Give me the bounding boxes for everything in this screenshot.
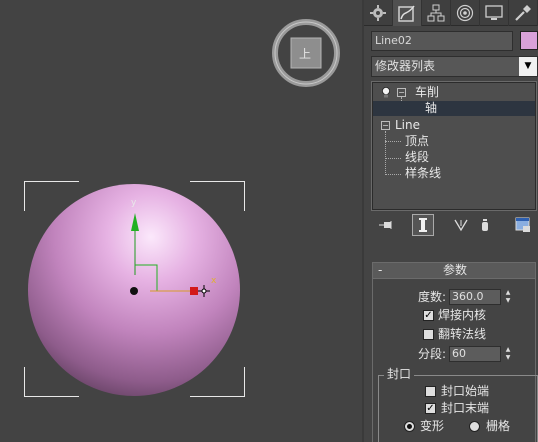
tree-line [385,131,386,175]
modifier-list-label: 修改器列表 [375,59,436,73]
object-color-swatch[interactable] [520,31,538,50]
stack-item-axis[interactable]: 轴 [373,101,535,116]
stack-item-segment-label: 线段 [405,150,430,164]
grid-radio[interactable] [469,421,480,432]
command-panel-tabs [364,0,538,26]
cap-start-label: 封口始端 [441,384,490,398]
collapse-lathe-icon[interactable]: − [397,88,406,97]
spinner-up-icon: ▲ [505,289,511,296]
stack-item-line[interactable]: Line [395,118,420,133]
y-axis-label: y [131,198,137,208]
motion-tab[interactable] [451,0,480,26]
stack-item-vertex[interactable]: 顶点 [405,134,429,149]
configure-modifier-sets-button[interactable] [512,214,534,236]
modify-icon [398,5,415,22]
spinner-down-icon: ▼ [505,354,511,361]
stack-item-lathe-label: 车削 [415,85,440,99]
perspective-viewport[interactable]: 上 y x [0,0,362,442]
remove-modifier-button[interactable] [474,214,496,236]
segments-label: 分段: [418,347,447,361]
display-tab[interactable] [480,0,509,26]
create-tab[interactable] [364,0,393,26]
stack-item-lathe[interactable]: 车削 [415,85,439,100]
morph-radio[interactable] [404,421,415,432]
parameters-rollout-title: 参数 [442,263,467,277]
spinner-down-icon: ▼ [505,297,511,304]
capping-group-label: 封口 [384,366,415,382]
stack-item-segment[interactable]: 线段 [405,150,429,165]
pin-icon [379,221,392,229]
grid-label: 栅格 [486,419,511,433]
cap-start-checkbox[interactable] [425,386,436,397]
make-unique-icon [454,219,468,232]
segments-field[interactable]: 60 [449,346,501,362]
collapse-line-icon[interactable]: − [381,121,390,130]
tree-line [385,158,401,159]
modifier-stack[interactable]: − 车削 轴 − Line 顶点 线段 样条线 [371,81,537,211]
show-end-result-icon [419,218,427,232]
modifier-list-dropdown[interactable]: 修改器列表 ▼ [371,56,538,77]
viewcube-top-label: 上 [299,47,312,61]
object-name-field[interactable]: Line02 [371,31,513,51]
trash-icon [482,219,488,231]
degrees-field[interactable]: 360.0 [449,289,501,305]
display-icon [485,5,503,20]
stack-item-spline[interactable]: 样条线 [405,166,441,181]
utilities-tab[interactable] [509,0,538,26]
x-axis-label: x [211,276,217,286]
stack-toolbar [372,214,536,236]
weld-core-checkbox[interactable]: ✓ [423,310,434,321]
hierarchy-icon [427,4,445,22]
weld-core-label: 焊接内核 [438,308,487,322]
segments-spinner[interactable]: ▲ ▼ [503,346,513,362]
hierarchy-tab[interactable] [422,0,451,26]
pin-stack-button[interactable] [376,214,398,236]
lightbulb-icon[interactable] [381,87,391,99]
modify-tab[interactable] [393,0,422,26]
parameters-rollout-header[interactable]: - 参数 [372,262,536,279]
cap-end-checkbox[interactable]: ✓ [425,403,436,414]
motion-icon [456,4,474,22]
chevron-down-icon[interactable]: ▼ [519,57,537,76]
configure-sets-icon [515,217,530,232]
stack-item-axis-label: 轴 [425,101,438,115]
show-end-result-button[interactable] [412,214,434,236]
utilities-icon [515,5,531,21]
tree-line [385,174,401,175]
stack-item-spline-label: 样条线 [405,166,442,180]
tree-line [385,141,401,142]
command-panel: Line02 修改器列表 ▼ − 车削 轴 − Line 顶点 线段 样条线 -… [362,0,538,442]
degrees-label: 度数: [418,290,447,304]
degrees-spinner[interactable]: ▲ ▼ [503,289,513,305]
stack-item-line-label: Line [395,118,421,132]
morph-label: 变形 [420,419,445,433]
cap-end-label: 封口末端 [441,401,490,415]
create-icon [370,5,386,21]
flip-normals-label: 翻转法线 [438,327,487,341]
stack-item-vertex-label: 顶点 [405,134,430,148]
flip-normals-checkbox[interactable] [423,329,434,340]
spinner-up-icon: ▲ [505,346,511,353]
transform-gizmo[interactable] [120,195,230,305]
make-unique-button[interactable] [450,214,472,236]
